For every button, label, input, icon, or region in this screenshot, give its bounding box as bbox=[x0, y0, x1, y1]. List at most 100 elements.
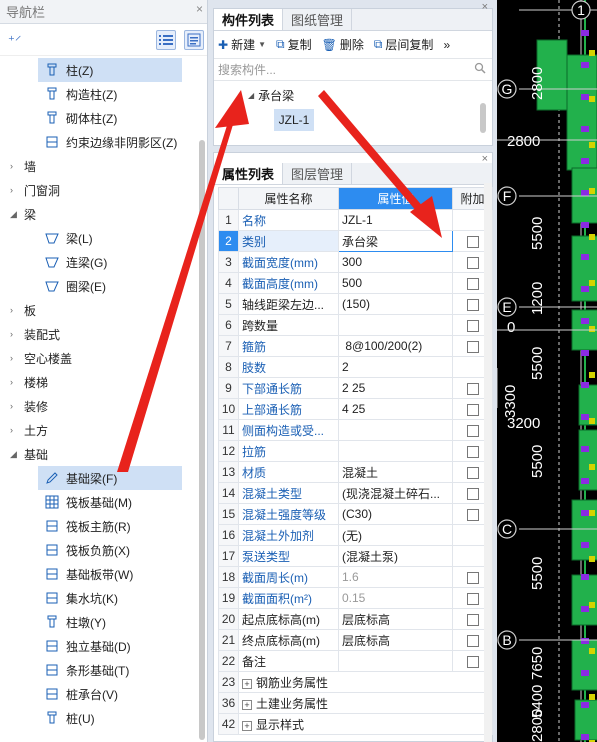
nav-item[interactable]: 基础梁(F) bbox=[0, 466, 196, 490]
property-value[interactable]: (150) bbox=[338, 293, 453, 315]
property-row[interactable]: 10 上部通长筋 4 25 bbox=[218, 398, 493, 420]
addition-checkbox[interactable] bbox=[466, 613, 479, 626]
nav-item[interactable]: 独立基础(D) bbox=[0, 634, 196, 658]
close-icon[interactable]: × bbox=[482, 1, 488, 13]
nav-item[interactable]: 集水坑(K) bbox=[0, 586, 196, 610]
search-icon[interactable] bbox=[474, 62, 486, 77]
property-row[interactable]: 17 泵送类型 (混凝土泵) bbox=[218, 545, 493, 567]
property-row[interactable]: 13 材质 混凝土 bbox=[218, 461, 493, 483]
property-row[interactable]: 15 混凝土强度等级 (C30) bbox=[218, 503, 493, 525]
nav-item[interactable]: 桩承台(V) bbox=[0, 682, 196, 706]
property-row[interactable]: 9 下部通长筋 2 25 bbox=[218, 377, 493, 399]
property-row[interactable]: 6 跨数量 bbox=[218, 314, 493, 336]
chevron-right-icon[interactable]: › bbox=[10, 161, 24, 171]
addition-checkbox[interactable] bbox=[466, 592, 479, 605]
property-row[interactable]: 1 名称 JZL-1 bbox=[218, 209, 493, 231]
nav-category[interactable]: ◢ 梁 bbox=[0, 202, 196, 226]
chevron-right-icon[interactable]: › bbox=[10, 401, 24, 411]
property-row[interactable]: 12 拉筋 bbox=[218, 440, 493, 462]
component-scrollbar[interactable] bbox=[480, 103, 486, 133]
addition-checkbox[interactable] bbox=[466, 634, 479, 647]
nav-item[interactable]: 柱墩(Y) bbox=[0, 610, 196, 634]
property-row[interactable]: 16 混凝土外加剂 (无) bbox=[218, 524, 493, 546]
search-input[interactable]: 搜索构件... bbox=[218, 61, 276, 78]
property-row[interactable]: 2 类别 承台梁 bbox=[218, 230, 493, 252]
nav-item[interactable]: 筏板主筋(R) bbox=[0, 514, 196, 538]
property-row[interactable]: 8 肢数 2 bbox=[218, 356, 493, 378]
property-value[interactable] bbox=[338, 440, 453, 462]
addition-checkbox[interactable] bbox=[466, 508, 479, 521]
addition-checkbox[interactable] bbox=[466, 277, 479, 290]
property-value[interactable]: 2 bbox=[338, 356, 453, 378]
copy-button[interactable]: ⧉ 复制 bbox=[276, 36, 312, 53]
property-value[interactable]: 300 bbox=[338, 251, 453, 273]
property-row[interactable]: 14 混凝土类型 (现浇混凝土碎石... bbox=[218, 482, 493, 504]
property-value[interactable]: 层底标高 bbox=[338, 629, 453, 651]
property-value[interactable]: (现浇混凝土碎石... bbox=[338, 482, 453, 504]
search-bar[interactable]: 搜索构件... bbox=[214, 59, 492, 81]
property-value[interactable] bbox=[338, 314, 453, 336]
nav-category[interactable]: › 楼梯 bbox=[0, 370, 196, 394]
property-value[interactable]: 4 25 bbox=[338, 398, 453, 420]
cad-drawing[interactable]: 1GFECB2800280055001200055003200330055005… bbox=[497, 0, 597, 742]
property-value[interactable]: 0.15 bbox=[338, 587, 453, 609]
nav-item[interactable]: 桩(U) bbox=[0, 706, 196, 730]
addition-checkbox[interactable] bbox=[466, 235, 479, 248]
more-button[interactable]: » bbox=[443, 38, 450, 52]
property-value[interactable]: 层底标高 bbox=[338, 608, 453, 630]
tab-drawing-management[interactable]: 图纸管理 bbox=[283, 9, 353, 30]
tab-component-list[interactable]: 构件列表 bbox=[214, 9, 284, 30]
nav-item[interactable]: 条形基础(T) bbox=[0, 658, 196, 682]
tree-item-jzl-1[interactable]: JZL-1 bbox=[274, 109, 314, 131]
property-value[interactable] bbox=[338, 650, 453, 672]
property-value[interactable]: 承台梁 bbox=[338, 230, 453, 252]
nav-category[interactable]: › 门窗洞 bbox=[0, 178, 196, 202]
addition-checkbox[interactable] bbox=[466, 382, 479, 395]
property-value[interactable]: (C30) bbox=[338, 503, 453, 525]
addition-checkbox[interactable] bbox=[466, 403, 479, 416]
chevron-right-icon[interactable]: › bbox=[10, 425, 24, 435]
nav-item[interactable]: 构造柱(Z) bbox=[0, 82, 196, 106]
nav-category[interactable]: › 墙 bbox=[0, 154, 196, 178]
nav-item[interactable]: 柱(Z) bbox=[0, 58, 196, 82]
property-row[interactable]: 19 截面面积(m²) 0.15 bbox=[218, 587, 493, 609]
detail-view-icon[interactable] bbox=[184, 30, 204, 50]
list-view-icon[interactable] bbox=[156, 30, 176, 50]
property-value[interactable]: 2 25 bbox=[338, 377, 453, 399]
property-row[interactable]: 21 终点底标高(m) 层底标高 bbox=[218, 629, 493, 651]
addition-checkbox[interactable] bbox=[466, 487, 479, 500]
splitter-grip[interactable] bbox=[497, 368, 498, 408]
addition-checkbox[interactable] bbox=[466, 466, 479, 479]
nav-category[interactable]: ◢ 基础 bbox=[0, 442, 196, 466]
delete-button[interactable]: 🗑 删除 bbox=[322, 36, 364, 53]
property-row[interactable]: 20 起点底标高(m) 层底标高 bbox=[218, 608, 493, 630]
property-value[interactable]: 1.6 bbox=[338, 566, 453, 588]
nav-item[interactable]: 约束边缘非阴影区(Z) bbox=[0, 130, 196, 154]
property-value[interactable]: JZL-1 bbox=[338, 209, 453, 231]
nav-item[interactable]: 梁(L) bbox=[0, 226, 196, 250]
nav-category[interactable]: › 土方 bbox=[0, 418, 196, 442]
property-group[interactable]: + 土建业务属性 bbox=[238, 692, 493, 714]
expand-plus-icon[interactable]: + bbox=[242, 699, 252, 710]
property-row[interactable]: 18 截面周长(m) 1.6 bbox=[218, 566, 493, 588]
tab-property-list[interactable]: 属性列表 bbox=[214, 163, 284, 184]
cad-viewport[interactable]: 1 G F E C B 2800 2800 5500 1200 0 5500 3200 3300 5500 5… bbox=[497, 0, 597, 742]
nav-item[interactable]: 圈梁(E) bbox=[0, 274, 196, 298]
property-row[interactable]: 36 + 土建业务属性 bbox=[218, 692, 493, 714]
tab-layer-management[interactable]: 图层管理 bbox=[283, 163, 353, 184]
new-button[interactable]: ✚ 新建 ▼ bbox=[218, 36, 266, 53]
chevron-right-icon[interactable]: › bbox=[10, 377, 24, 387]
chevron-right-icon[interactable]: › bbox=[10, 329, 24, 339]
expand-plus-icon[interactable]: + bbox=[242, 678, 252, 689]
property-scrollbar[interactable] bbox=[484, 183, 492, 742]
nav-item[interactable]: 筏板负筋(X) bbox=[0, 538, 196, 562]
property-row[interactable]: 5 轴线距梁左边... (150) bbox=[218, 293, 493, 315]
nav-category[interactable]: › 空心楼盖 bbox=[0, 346, 196, 370]
nav-category[interactable]: › 板 bbox=[0, 298, 196, 322]
chevron-right-icon[interactable]: › bbox=[10, 185, 24, 195]
chevron-down-icon[interactable]: ◢ bbox=[10, 209, 24, 220]
property-value[interactable] bbox=[338, 419, 453, 441]
addition-checkbox[interactable] bbox=[466, 445, 479, 458]
property-row[interactable]: 4 截面高度(mm) 500 bbox=[218, 272, 493, 294]
property-row[interactable]: 7 箍筋 8@100/200(2) bbox=[218, 335, 493, 357]
